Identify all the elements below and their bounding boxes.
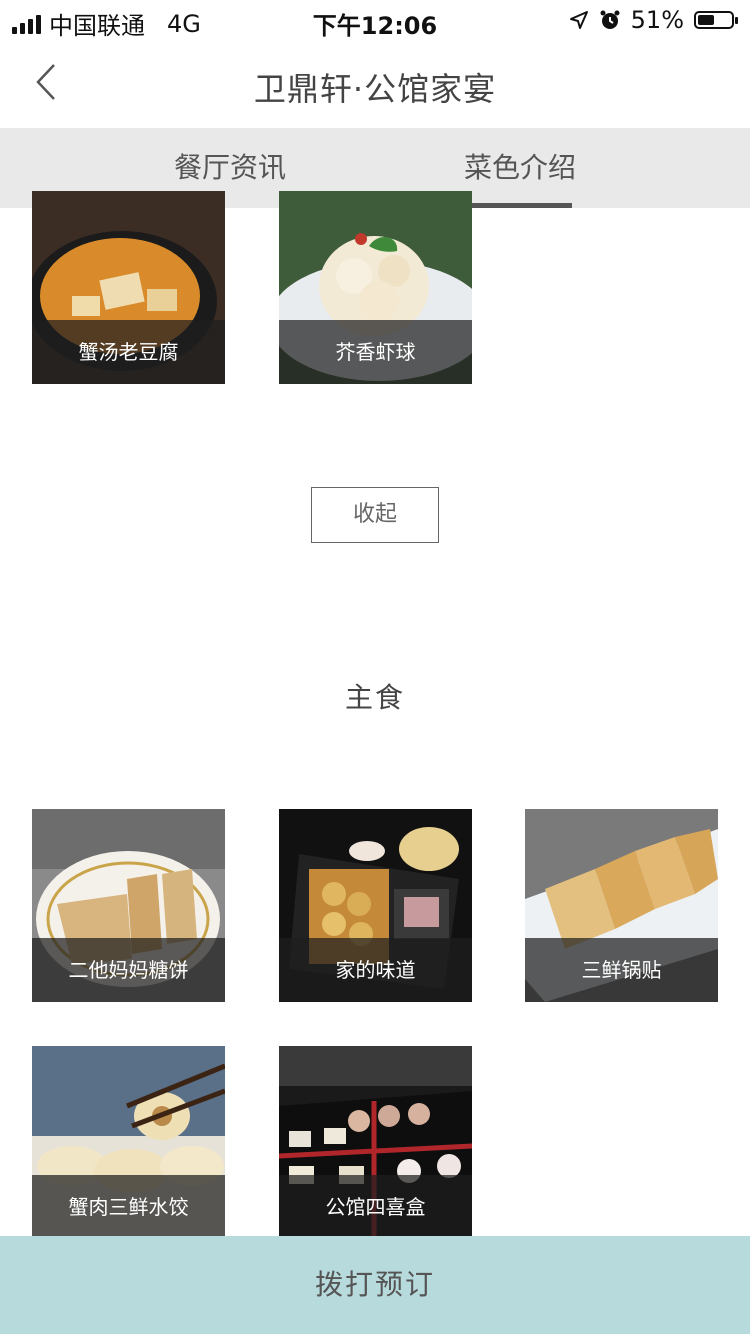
dish-card[interactable]: 蟹肉三鲜水饺: [32, 1046, 225, 1239]
location-arrow-icon: [569, 11, 588, 29]
dish-card[interactable]: 蟹汤老豆腐: [32, 191, 225, 384]
dish-card[interactable]: 芥香虾球: [279, 191, 472, 384]
call-to-book-button[interactable]: 拨打预订: [0, 1236, 750, 1334]
dish-card[interactable]: 家的味道: [279, 809, 472, 1002]
collapse-button[interactable]: 收起: [311, 487, 439, 543]
page-title: 卫鼎轩·公馆家宴: [253, 70, 497, 108]
dish-name: 二他妈妈糖饼: [32, 938, 225, 1002]
navigation-bar: 卫鼎轩·公馆家宴: [0, 40, 750, 128]
tab-active-indicator: [466, 203, 572, 208]
dish-name: 芥香虾球: [279, 320, 472, 384]
battery-percent: 51%: [630, 6, 684, 34]
status-right: 51%: [569, 6, 738, 34]
status-bar: 中国联通 4G 下午12:06 51%: [0, 0, 750, 40]
dish-name: 家的味道: [279, 938, 472, 1002]
dish-name: 公馆四喜盒: [279, 1175, 472, 1239]
battery-icon: [694, 11, 738, 29]
dish-name: 三鲜锅贴: [525, 938, 718, 1002]
section-title-staple: 主食: [344, 681, 405, 714]
dish-card[interactable]: 公馆四喜盒: [279, 1046, 472, 1239]
dish-card[interactable]: 三鲜锅贴: [525, 809, 718, 1002]
alarm-icon: [600, 10, 620, 29]
dish-card[interactable]: 二他妈妈糖饼: [32, 809, 225, 1002]
dish-name: 蟹汤老豆腐: [32, 320, 225, 384]
dish-name: 蟹肉三鲜水饺: [32, 1175, 225, 1239]
